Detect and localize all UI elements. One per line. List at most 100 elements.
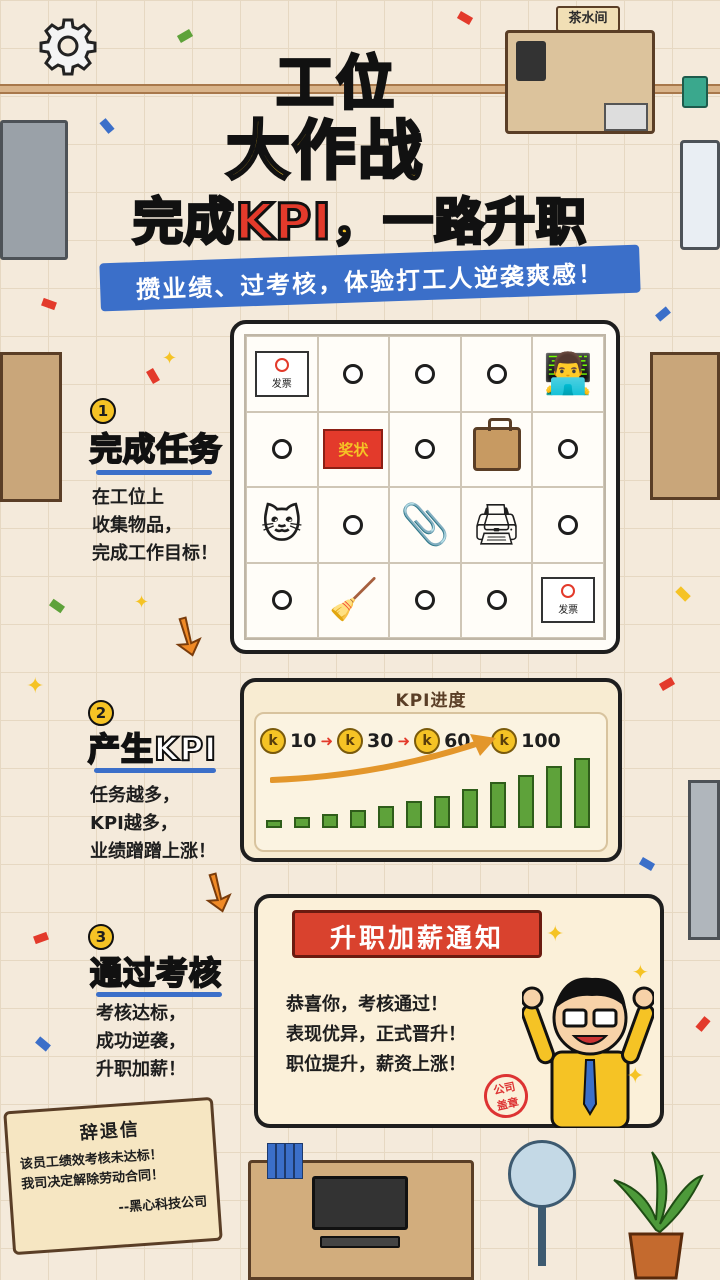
confetti [675, 586, 691, 602]
seal-icon [274, 357, 289, 372]
kpi-bar-chart [266, 758, 606, 828]
kpi-title: KPI进度 [395, 691, 467, 711]
confetti [33, 931, 49, 945]
confetti [146, 367, 160, 385]
grid-cell[interactable] [246, 411, 318, 487]
kpi-bar [378, 806, 394, 828]
tagline-post: ，一路升职 [331, 192, 588, 253]
kpi-bar [406, 801, 422, 828]
invoice-receipt-icon: 发票 [541, 577, 596, 624]
breakroom-sign: 茶水间 [556, 6, 620, 32]
sparkle-icon: ✦ [162, 348, 178, 369]
step-1-desc-line: 完成工作目标！ [92, 543, 218, 564]
kpi-bar [574, 758, 590, 828]
seal-icon [561, 584, 576, 599]
kpi-bar [546, 766, 562, 828]
cleaner-icon: 🧹 [328, 577, 379, 624]
kpi-bar [490, 782, 506, 828]
desk-left [0, 352, 62, 502]
flow-arrow-icon: ➘ [153, 598, 223, 674]
potted-plant-icon [613, 1151, 704, 1280]
grid-cell[interactable] [246, 562, 318, 638]
recycle-bin-icon [682, 76, 708, 108]
confetti [41, 297, 57, 311]
promotion-line: 职位提升，薪资上涨！ [286, 1054, 466, 1075]
grid-cell[interactable]: 奖状 [317, 411, 390, 487]
step-2-desc-line: 任务越多， [90, 785, 180, 806]
step-2-number: 2 [88, 700, 114, 726]
title-line-2: 大作战 [225, 114, 424, 191]
step-3-desc-line: 成功逆袭， [96, 1031, 186, 1052]
sparkle-icon: ✦ [26, 674, 45, 699]
keyboard-icon [320, 1236, 400, 1248]
grid-cell[interactable]: 发票 [532, 562, 604, 638]
step-1-underline [96, 470, 212, 475]
stapler-icon: 📎 [400, 501, 450, 548]
sparkle-icon: ✦ [546, 922, 565, 947]
empty-slot-icon [271, 590, 292, 611]
confetti [99, 118, 115, 134]
step-1-number: 1 [90, 398, 116, 424]
empty-slot-icon [486, 590, 507, 611]
grid-cell[interactable] [460, 336, 533, 412]
grid-cell[interactable]: 🐱 [246, 487, 318, 563]
resignation-letter: 辞退信 该员工绩效考核未达标！ 我司决定解除劳动合同！ --黑心科技公司 [3, 1096, 223, 1256]
grid-cell[interactable] [532, 411, 604, 487]
grid-cell[interactable]: 🧹 [317, 562, 390, 638]
resignation-signature: --黑心科技公司 [117, 1194, 208, 1216]
desk-right-lower [688, 780, 720, 940]
sparkle-icon: ✦ [626, 1064, 645, 1089]
step-2-desc: 任务越多， KPI越多， 业绩蹭蹭上涨！ [90, 782, 216, 866]
grid-cell[interactable] [460, 562, 533, 638]
grid-cell[interactable]: 👨‍💻 [532, 336, 604, 412]
tagline: 完成KPI，一路升职 [0, 182, 720, 254]
empty-slot-icon [271, 439, 292, 460]
grid-cell[interactable] [317, 336, 390, 412]
cat-icon: 🐱 [260, 501, 303, 548]
kpi-bar [322, 814, 338, 828]
worker-at-computer-icon: 👨‍💻 [543, 350, 594, 397]
grid-cell[interactable] [389, 336, 461, 412]
tagline-pre: 完成 [132, 192, 236, 253]
step-1-title: 完成任务 [89, 429, 223, 469]
step-2-underline [94, 768, 216, 773]
step-1-desc: 在工位上 收集物品， 完成工作目标！ [92, 484, 218, 568]
step-3-number: 3 [88, 924, 114, 950]
binders-icon [267, 1143, 311, 1179]
sparkle-icon: ✦ [632, 960, 649, 984]
tagline-kpi: KPI [234, 192, 333, 253]
sparkle-icon: ✦ [134, 592, 150, 613]
empty-slot-icon [486, 363, 507, 384]
coffee-machine-icon [516, 41, 546, 81]
grid-cell[interactable]: 发票 [246, 336, 318, 412]
receipt-label: 发票 [558, 605, 579, 617]
award-certificate-icon: 奖状 [323, 429, 384, 470]
grid-cell[interactable] [317, 487, 390, 563]
desk-fan-icon [508, 1140, 576, 1208]
kpi-bar [434, 796, 450, 828]
grid-cell[interactable] [532, 487, 604, 563]
step-2-desc-line: 业绩蹭蹭上涨！ [90, 841, 216, 862]
empty-slot-icon [414, 363, 435, 384]
breakroom-counter [505, 30, 655, 134]
confetti [456, 11, 474, 25]
promotion-message: 恭喜你，考核通过！ 表现优异，正式晋升！ 职位提升，薪资上涨！ [286, 990, 466, 1080]
grid-cell[interactable] [389, 411, 461, 487]
grid-cell[interactable]: 🖨 [460, 487, 533, 563]
game-title: 工位 大作战 [210, 36, 510, 191]
fan-stand [538, 1206, 546, 1266]
printer-icon: 🖨 [471, 501, 522, 548]
grid-cell[interactable]: 📎 [389, 487, 461, 563]
microwave-icon [604, 103, 648, 131]
empty-slot-icon [343, 514, 364, 535]
kpi-bar [518, 775, 534, 828]
grid-cell[interactable] [460, 411, 533, 487]
settings-gear-icon[interactable] [38, 16, 98, 76]
step-1-desc-line: 收集物品， [92, 515, 182, 536]
workstation-grid-panel: 发票 👨‍💻 奖状 🐱 📎 🖨 🧹 发票 [230, 320, 620, 654]
grid-cell[interactable] [389, 562, 461, 638]
kpi-bar [350, 810, 366, 828]
confetti [695, 1016, 711, 1032]
step-2-title: 产生KPI [87, 729, 218, 769]
confetti [176, 29, 194, 43]
